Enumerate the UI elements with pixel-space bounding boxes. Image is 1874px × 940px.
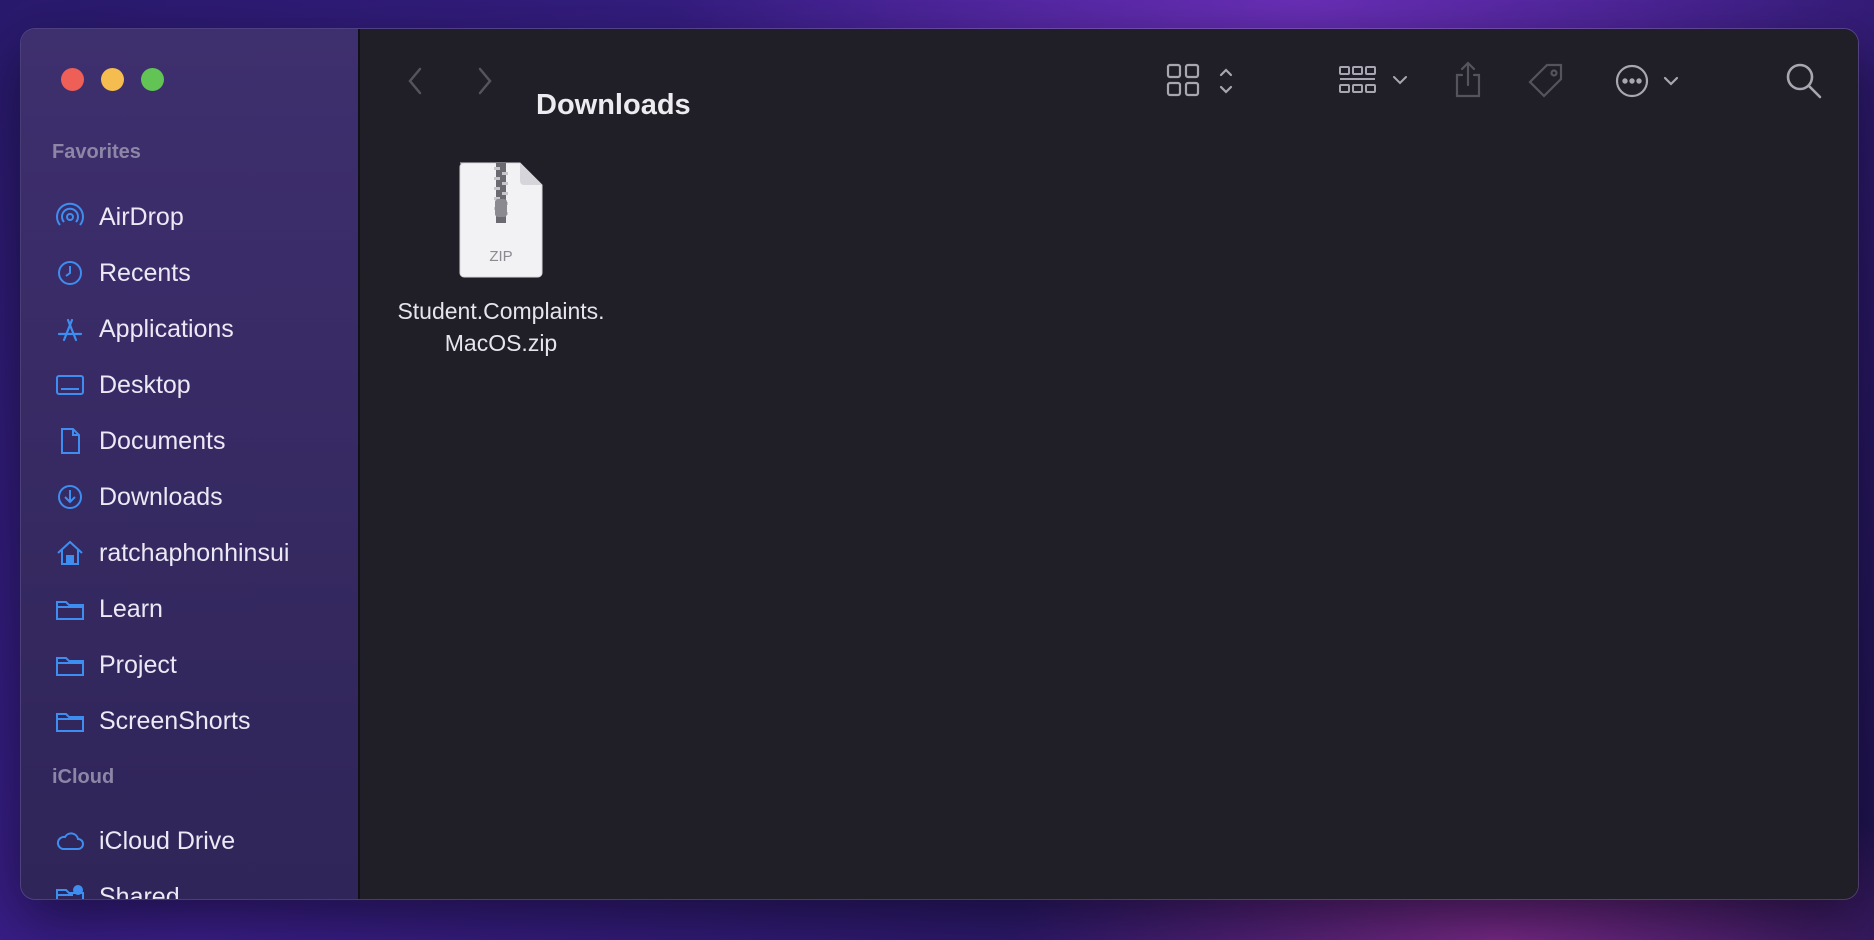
sidebar-item-label: Documents xyxy=(99,426,226,455)
search-icon[interactable] xyxy=(1784,61,1824,101)
sidebar-item-documents[interactable]: Documents xyxy=(55,421,345,461)
zip-archive-icon: ZIP xyxy=(456,159,546,279)
forward-icon[interactable] xyxy=(470,61,500,101)
window-controls xyxy=(61,68,164,91)
sidebar: Favorites AirDrop Recents Applications D… xyxy=(21,29,360,899)
share-icon[interactable] xyxy=(1450,57,1486,101)
close-button[interactable] xyxy=(61,68,84,91)
file-item[interactable]: ZIP Student.Complaints.MacOS.zip xyxy=(396,159,606,359)
sidebar-item-label: iCloud Drive xyxy=(99,826,236,855)
sidebar-item-recents[interactable]: Recents xyxy=(55,253,345,293)
shared-folder-icon xyxy=(55,882,85,899)
sidebar-item-project[interactable]: Project xyxy=(55,645,345,685)
favorites-section-label: Favorites xyxy=(52,141,141,163)
group-icon[interactable] xyxy=(1338,61,1413,101)
sidebar-item-label: Recents xyxy=(99,258,191,287)
sidebar-item-shared[interactable]: Shared xyxy=(55,877,345,899)
home-icon xyxy=(55,538,85,568)
page-title: Downloads xyxy=(536,89,691,121)
airdrop-icon xyxy=(55,202,85,232)
sidebar-item-label: Desktop xyxy=(99,370,191,399)
cloud-icon xyxy=(55,826,85,856)
sidebar-item-airdrop[interactable]: AirDrop xyxy=(55,197,345,237)
sidebar-item-label: AirDrop xyxy=(99,202,184,231)
folder-icon xyxy=(55,650,85,680)
sidebar-item-label: Learn xyxy=(99,594,163,623)
minimize-button[interactable] xyxy=(101,68,124,91)
sidebar-item-label: Project xyxy=(99,650,177,679)
applications-icon xyxy=(55,314,85,344)
sidebar-item-applications[interactable]: Applications xyxy=(55,309,345,349)
back-icon[interactable] xyxy=(400,61,430,101)
content-area: Downloads ZIP Student.Complaints.MacOS.z… xyxy=(360,29,1858,899)
file-name: Student.Complaints.MacOS.zip xyxy=(397,298,605,356)
finder-window: Favorites AirDrop Recents Applications D… xyxy=(21,29,1858,899)
desktop-icon xyxy=(55,370,85,400)
sidebar-item-downloads[interactable]: Downloads xyxy=(55,477,345,517)
clock-icon xyxy=(55,258,85,288)
folder-icon xyxy=(55,706,85,736)
sidebar-item-learn[interactable]: Learn xyxy=(55,589,345,629)
tag-icon[interactable] xyxy=(1526,61,1566,101)
folder-icon xyxy=(55,594,85,624)
sidebar-item-label: Downloads xyxy=(99,482,223,511)
toolbar: Downloads xyxy=(360,29,1858,129)
icon-view-icon[interactable] xyxy=(1166,61,1244,101)
sidebar-item-label: Applications xyxy=(99,314,234,343)
sidebar-item-label: Shared xyxy=(99,882,180,900)
zoom-button[interactable] xyxy=(141,68,164,91)
sidebar-item-icloud-drive[interactable]: iCloud Drive xyxy=(55,821,345,861)
sidebar-item-screenshorts[interactable]: ScreenShorts xyxy=(55,701,345,741)
download-icon xyxy=(55,482,85,512)
zip-badge: ZIP xyxy=(489,248,512,265)
sidebar-item-desktop[interactable]: Desktop xyxy=(55,365,345,405)
sidebar-item-label: ratchaphonhinsui xyxy=(99,538,290,567)
icloud-section-label: iCloud xyxy=(52,766,115,788)
document-icon xyxy=(55,426,85,456)
sidebar-item-home[interactable]: ratchaphonhinsui xyxy=(55,533,345,573)
sidebar-item-label: ScreenShorts xyxy=(99,706,251,735)
more-icon[interactable] xyxy=(1615,61,1690,101)
